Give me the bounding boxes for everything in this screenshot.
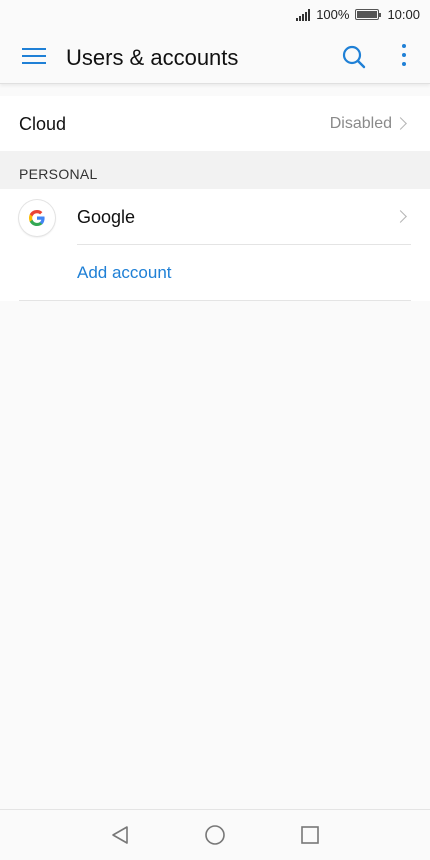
system-navigation-bar [0, 809, 430, 860]
back-triangle-icon[interactable] [109, 824, 131, 851]
status-time: 10:00 [387, 7, 420, 22]
account-label: Google [77, 207, 136, 227]
hamburger-menu-icon[interactable] [22, 48, 46, 68]
app-bar: Users & accounts [0, 32, 430, 84]
page-title: Users & accounts [66, 45, 239, 70]
divider [19, 300, 411, 301]
chevron-right-icon [394, 117, 407, 130]
battery-icon [355, 9, 382, 20]
battery-level-fill [357, 11, 378, 18]
cloud-setting-row[interactable]: Cloud Disabled [0, 96, 430, 151]
section-header-label: PERSONAL [19, 166, 98, 182]
chevron-right-icon [394, 210, 407, 223]
add-account-button[interactable]: Add account [77, 263, 172, 283]
accounts-list: Google Add account [0, 189, 430, 301]
cloud-label: Cloud [19, 114, 67, 134]
more-vertical-icon[interactable] [400, 44, 408, 70]
status-bar: 100% 10:00 [0, 0, 430, 32]
google-logo-icon [19, 200, 55, 236]
status-indicators: 100% 10:00 [296, 7, 420, 22]
search-icon[interactable] [341, 44, 367, 70]
cloud-status: Disabled [329, 115, 392, 132]
recents-square-icon[interactable] [301, 826, 319, 849]
signal-icon [296, 8, 311, 21]
battery-percent: 100% [316, 7, 350, 22]
account-item-google[interactable]: Google [0, 189, 430, 245]
divider [77, 244, 411, 245]
home-circle-icon[interactable] [204, 824, 226, 851]
section-header-personal: PERSONAL [0, 151, 430, 189]
